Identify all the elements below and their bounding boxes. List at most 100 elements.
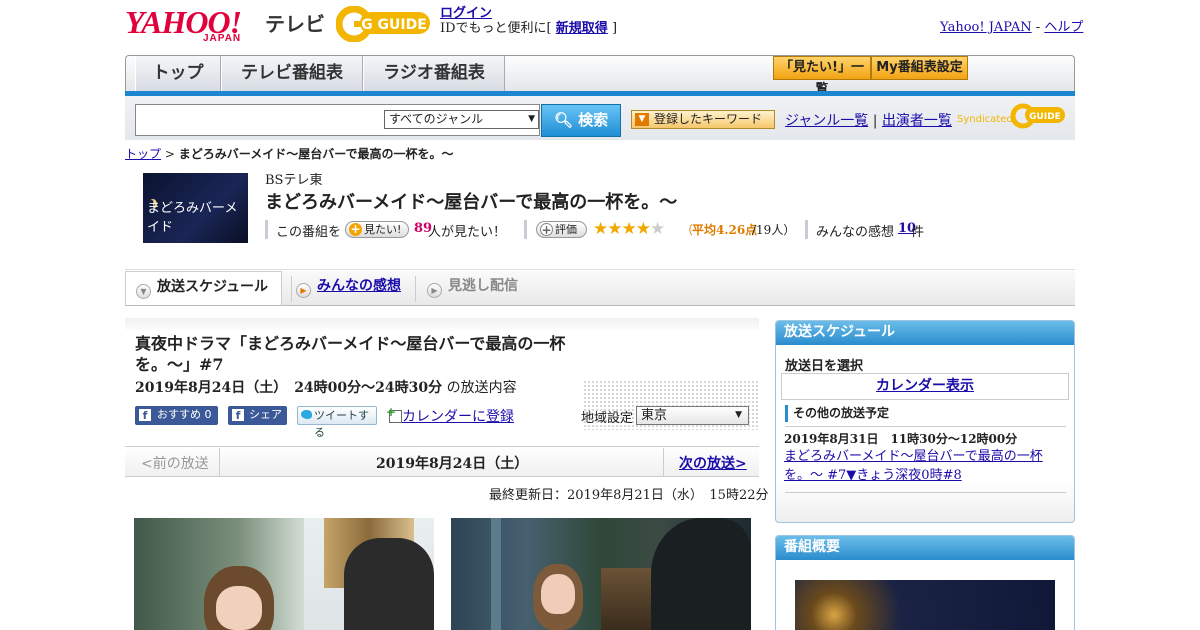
pager-separator <box>219 448 220 476</box>
nav-tab-tv-schedule[interactable]: テレビ番組表 <box>221 56 363 92</box>
svg-text:GUIDE: GUIDE <box>1029 112 1061 122</box>
program-title: まどろみバーメイド～屋台バーで最高の一杯を。～ <box>265 192 678 213</box>
login-link[interactable]: ログイン <box>440 6 492 21</box>
toplink-sep: - <box>1035 20 1041 35</box>
my-schedule-button[interactable]: My番組表設定 <box>871 56 968 80</box>
episode-datetime: 2019年8月24日（土） 24時00分～24時30分 <box>135 380 443 396</box>
facebook-recommend-label: おすすめ 0 <box>157 408 212 421</box>
pager-separator <box>663 448 664 476</box>
tweet-button[interactable]: ツイートする <box>297 406 377 439</box>
last-updated: 最終更新日：2019年8月21日（水） 15時22分 <box>489 488 769 503</box>
tab-reviews[interactable]: ▶ みんなの感想 <box>293 271 401 305</box>
chevron-down-icon: ▼ <box>528 114 535 124</box>
gguide-logo[interactable]: G GUIDE <box>335 5 432 43</box>
photo-figure <box>344 538 434 630</box>
syndicated-text: Syndicated <box>957 114 1013 125</box>
signup-link[interactable]: 新規取得 <box>556 21 608 36</box>
facebook-share-button[interactable]: f シェア <box>228 406 287 425</box>
logo-sub: JAPAN <box>203 33 242 44</box>
search-button[interactable]: 🔍︎ 検索 <box>541 104 621 137</box>
photo-figure <box>651 518 751 630</box>
want-to-watch-label: 見たい! <box>364 223 402 236</box>
episode-datetime-suffix: の放送内容 <box>446 380 517 396</box>
episode-datetime-row: 2019年8月24日（土） 24時00分～24時30分 の放送内容 <box>135 377 517 397</box>
overview-image <box>795 580 1055 630</box>
help-link[interactable]: ヘルプ <box>1044 20 1083 35</box>
facebook-share-label: シェア <box>249 408 282 421</box>
section-label: テレビ <box>265 12 325 36</box>
search-button-label: 検索 <box>578 111 609 129</box>
overview-panel-title: 番組概要 <box>776 536 1074 560</box>
registered-keywords-button[interactable]: ▼ 登録したキーワード <box>631 110 775 129</box>
select-date-label: 放送日を選択 <box>785 359 864 374</box>
add-to-calendar-link: カレンダーに登録 <box>402 409 514 425</box>
region-selected: 東京 <box>641 408 668 423</box>
rate-button[interactable]: + 評価 <box>536 221 587 238</box>
rate-label: 評価 <box>555 223 577 236</box>
rating-stars: ★★★★★ <box>593 219 665 239</box>
nav-tab-top[interactable]: トップ <box>135 56 221 92</box>
calendar-add-icon <box>386 405 402 423</box>
breadcrumb-sep: > <box>164 147 175 161</box>
nav-tab-radio-schedule[interactable]: ラジオ番組表 <box>363 56 505 92</box>
reviews-unit: 件 <box>911 225 925 240</box>
breadcrumb-home[interactable]: トップ <box>125 147 161 161</box>
tab-schedule[interactable]: ▼ 放送スケジュール <box>125 271 282 305</box>
other-broadcast-date: 2019年8月31日 11時30分～12時00分 <box>784 432 1018 446</box>
plus-icon: + <box>349 222 362 236</box>
yahoo-japan-link[interactable]: Yahoo! JAPAN <box>940 20 1032 35</box>
yahoo-japan-logo[interactable]: YAHOO! JAPAN <box>125 6 260 44</box>
want-list-button[interactable]: 「見たい!」一覧 <box>773 56 871 97</box>
divider <box>265 220 268 239</box>
want-prefix: この番組を <box>276 225 342 240</box>
next-broadcast-link[interactable]: 次の放送> <box>679 453 747 473</box>
chevron-down-icon: ▼ <box>136 284 151 299</box>
episode-title: 真夜中ドラマ「まどろみバーメイド～屋台バーで最高の一杯を。～」#7 <box>135 334 566 374</box>
divider <box>785 492 1066 493</box>
program-rating-row: この番組を + 見たい! 89 人が見たい！ + 評価 ★★★★★ （ 平均4.… <box>265 219 945 240</box>
want-to-watch-button[interactable]: + 見たい! <box>345 221 409 238</box>
divider <box>805 220 808 239</box>
registered-keywords-label: 登録したキーワード <box>654 112 763 126</box>
program-tabs: ▼ 放送スケジュール ▶ みんなの感想 ▶ 見逃し配信 <box>125 271 1075 306</box>
facebook-recommend-button[interactable]: f おすすめ 0 <box>135 406 218 425</box>
plus-icon: + <box>540 223 553 237</box>
prev-broadcast[interactable]: <前の放送 <box>141 453 209 473</box>
region-select[interactable]: 東京 ▼ <box>636 406 749 425</box>
pager-current-date: 2019年8月24日（土） <box>376 456 529 472</box>
tab-separator <box>291 276 292 302</box>
thumbnail-title: まどろみバーメイド <box>147 201 238 235</box>
tab-vod[interactable]: ▶ 見逃し配信 <box>425 271 518 305</box>
link-divider: | <box>872 113 878 129</box>
genre-selected: すべてのジャンル <box>389 112 484 126</box>
genre-select[interactable]: すべてのジャンル ▼ <box>384 110 539 129</box>
photo-face <box>541 574 575 614</box>
genre-list-link[interactable]: ジャンル一覧 <box>785 113 868 129</box>
performer-list-link[interactable]: 出演者一覧 <box>882 113 952 129</box>
other-broadcast-link[interactable]: まどろみバーメイド～屋台バーで最高の一杯を。～ #7▼きょう深夜0時#8 <box>784 447 1059 485</box>
rating-count: /19人） <box>752 223 796 237</box>
channel-name: BSテレ東 <box>265 173 323 188</box>
gguide-text: G GUIDE <box>361 17 427 33</box>
add-to-calendar[interactable]: カレンダーに登録 <box>386 405 514 426</box>
episode-photo <box>134 518 434 630</box>
want-suffix: 人が見たい！ <box>428 225 507 240</box>
search-icon: 🔍︎ <box>553 111 573 129</box>
syndicated-gguide-logo: Syndicated GUIDE <box>957 102 1067 130</box>
calendar-view-button[interactable]: カレンダー表示 <box>781 373 1069 400</box>
facebook-icon: f <box>139 409 151 422</box>
twitter-bird-icon <box>301 410 312 419</box>
region-label: 地域設定 <box>581 411 634 426</box>
tab-separator <box>415 276 416 302</box>
login-desc: IDでもっと便利に[ <box>440 21 552 36</box>
tab-reviews-label: みんなの感想 <box>317 278 401 294</box>
signup-close: ] <box>611 21 618 36</box>
play-icon: ▶ <box>296 283 311 298</box>
photo-pole <box>491 518 501 630</box>
facebook-icon: f <box>232 409 244 422</box>
arrow-down-icon: ▼ <box>635 113 649 126</box>
reviews-label: みんなの感想 <box>816 225 895 240</box>
schedule-panel-title: 放送スケジュール <box>776 321 1074 345</box>
breadcrumb-current: まどろみバーメイド～屋台バーで最高の一杯を。～ <box>178 147 454 161</box>
play-icon: ▶ <box>427 283 442 298</box>
